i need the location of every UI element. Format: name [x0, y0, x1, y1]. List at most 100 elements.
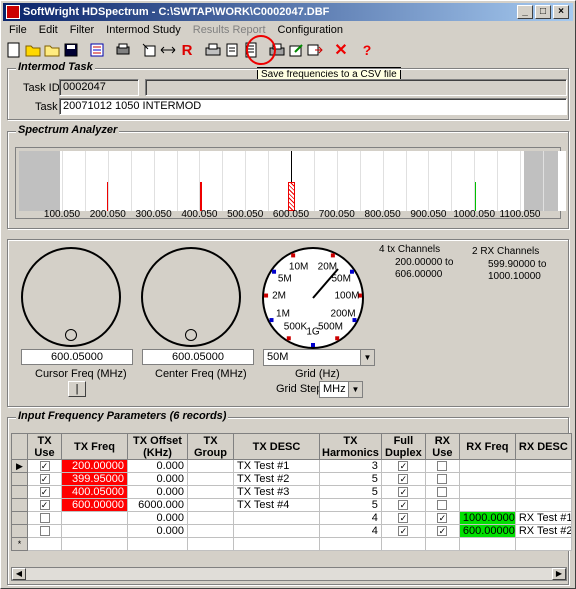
full-duplex-checkbox[interactable]: ✓ — [398, 512, 409, 523]
rx-use-checkbox[interactable] — [437, 499, 448, 510]
chevron-down-icon[interactable]: ▼ — [360, 350, 374, 365]
rx-freq-cell[interactable] — [458, 472, 516, 486]
tx-offset-cell[interactable]: 0.000 — [127, 485, 188, 499]
tx-group-cell[interactable] — [187, 511, 234, 525]
col-rx-use[interactable]: RX Use — [424, 433, 460, 460]
tx-use-checkbox[interactable]: ✓ — [39, 499, 50, 510]
tx-use-checkbox[interactable] — [39, 512, 50, 523]
rx-freq-cell[interactable]: 600.00000 — [458, 524, 516, 538]
rx-desc-cell[interactable] — [514, 498, 572, 512]
tx-freq-cell[interactable]: 399.95000 — [61, 472, 128, 486]
row-selector[interactable] — [11, 524, 28, 538]
tx-use-cell[interactable] — [27, 524, 62, 538]
scroll-left-icon[interactable]: ◀ — [12, 568, 26, 580]
table-row[interactable]: ✓ 399.95000 0.000 TX Test #2 5 ✓ — [11, 472, 572, 486]
empty-cell[interactable] — [458, 537, 516, 551]
minimize-button[interactable]: _ — [517, 5, 533, 19]
edit-icon[interactable] — [287, 41, 305, 59]
tx-use-checkbox[interactable]: ✓ — [39, 473, 50, 484]
col-tx-freq[interactable]: TX Freq — [61, 433, 128, 460]
import-icon[interactable] — [140, 41, 158, 59]
center-freq-value[interactable]: 600.05000 — [142, 349, 254, 365]
tx-harmonics-cell[interactable]: 4 — [319, 524, 382, 538]
tx-harmonics-cell[interactable]: 5 — [319, 472, 382, 486]
tx-use-checkbox[interactable]: ✓ — [39, 486, 50, 497]
tx-freq-cell[interactable]: 200.00000 — [61, 459, 128, 473]
col-tx-group[interactable]: TX Group — [187, 433, 234, 460]
r-icon[interactable]: R — [178, 41, 196, 59]
tx-freq-cell[interactable]: 600.00000 — [61, 498, 128, 512]
empty-cell[interactable] — [27, 537, 62, 551]
rx-use-checkbox[interactable] — [437, 486, 448, 497]
rx-freq-cell[interactable]: 1000.00000 — [458, 511, 516, 525]
grid-select[interactable]: 50M ▼ — [263, 349, 375, 366]
table-row[interactable]: ▶ ✓ 200.00000 0.000 TX Test #1 3 ✓ — [11, 459, 572, 473]
open-icon[interactable] — [24, 41, 42, 59]
empty-cell[interactable] — [187, 537, 234, 551]
full-duplex-cell[interactable]: ✓ — [380, 524, 426, 538]
full-duplex-checkbox[interactable]: ✓ — [398, 473, 409, 484]
tx-harmonics-cell[interactable]: 5 — [319, 498, 382, 512]
scroll-right-icon[interactable]: ▶ — [552, 568, 566, 580]
table-row[interactable]: 0.000 4 ✓ ✓ 1000.00000 RX Test #1 — [11, 511, 572, 525]
report-icon[interactable] — [223, 41, 241, 59]
rx-desc-cell[interactable] — [514, 459, 572, 473]
tx-group-cell[interactable] — [187, 459, 234, 473]
chevron-down-icon[interactable]: ▼ — [348, 382, 362, 397]
tx-use-cell[interactable] — [27, 511, 62, 525]
rx-use-cell[interactable] — [424, 498, 460, 512]
tx-offset-cell[interactable]: 6000.000 — [127, 498, 188, 512]
empty-cell[interactable] — [424, 537, 460, 551]
rx-use-cell[interactable] — [424, 485, 460, 499]
full-duplex-cell[interactable]: ✓ — [380, 472, 426, 486]
tx-desc-cell[interactable]: TX Test #3 — [233, 485, 320, 499]
row-selector[interactable]: ▶ — [11, 459, 28, 473]
new-row[interactable]: * — [11, 537, 572, 551]
full-duplex-checkbox[interactable]: ✓ — [398, 499, 409, 510]
rx-freq-cell[interactable] — [458, 498, 516, 512]
save-icon[interactable] — [62, 41, 80, 59]
rx-desc-cell[interactable] — [514, 485, 572, 499]
tx-harmonics-cell[interactable]: 4 — [319, 511, 382, 525]
empty-cell[interactable] — [514, 537, 572, 551]
menu-configuration[interactable]: Configuration — [272, 21, 349, 39]
rx-use-cell[interactable]: ✓ — [424, 524, 460, 538]
cursor-freq-value[interactable]: 600.05000 — [21, 349, 133, 365]
tx-group-cell[interactable] — [187, 524, 234, 538]
rx-use-checkbox[interactable] — [437, 460, 448, 471]
rx-freq-cell[interactable] — [458, 459, 516, 473]
tx-desc-cell[interactable]: TX Test #1 — [233, 459, 320, 473]
tx-freq-cell[interactable] — [61, 524, 128, 538]
empty-cell[interactable] — [127, 537, 188, 551]
print-icon[interactable] — [204, 41, 222, 59]
row-selector[interactable] — [11, 485, 28, 499]
tx-offset-cell[interactable]: 0.000 — [127, 524, 188, 538]
row-selector[interactable] — [11, 498, 28, 512]
rx-use-checkbox[interactable]: ✓ — [437, 512, 448, 523]
swap-icon[interactable] — [159, 41, 177, 59]
col-rx-freq[interactable]: RX Freq — [458, 433, 516, 460]
horizontal-scrollbar[interactable]: ◀ ▶ — [11, 567, 567, 581]
rx-use-cell[interactable] — [424, 472, 460, 486]
rx-use-checkbox[interactable] — [437, 473, 448, 484]
maximize-button[interactable]: □ — [535, 5, 551, 19]
tx-harmonics-cell[interactable]: 3 — [319, 459, 382, 473]
grid-step-select[interactable]: MHz ▼ — [319, 381, 363, 398]
rx-freq-cell[interactable] — [458, 485, 516, 499]
rx-desc-cell[interactable] — [514, 472, 572, 486]
close-button[interactable]: × — [553, 5, 569, 19]
full-duplex-cell[interactable]: ✓ — [380, 459, 426, 473]
tx-desc-cell[interactable]: TX Test #4 — [233, 498, 320, 512]
rx-use-cell[interactable]: ✓ — [424, 511, 460, 525]
empty-cell[interactable] — [233, 537, 320, 551]
list-icon[interactable] — [88, 41, 106, 59]
delete-icon[interactable]: ✕ — [332, 41, 350, 59]
help-icon[interactable]: ? — [358, 41, 376, 59]
menu-intermod-study[interactable]: Intermod Study — [100, 21, 187, 39]
tx-use-cell[interactable]: ✓ — [27, 472, 62, 486]
menu-filter[interactable]: Filter — [64, 21, 100, 39]
col-tx-harmonics[interactable]: TX Harmonics — [319, 433, 382, 460]
tx-offset-cell[interactable]: 0.000 — [127, 472, 188, 486]
tx-use-checkbox[interactable] — [39, 525, 50, 536]
tx-group-cell[interactable] — [187, 498, 234, 512]
